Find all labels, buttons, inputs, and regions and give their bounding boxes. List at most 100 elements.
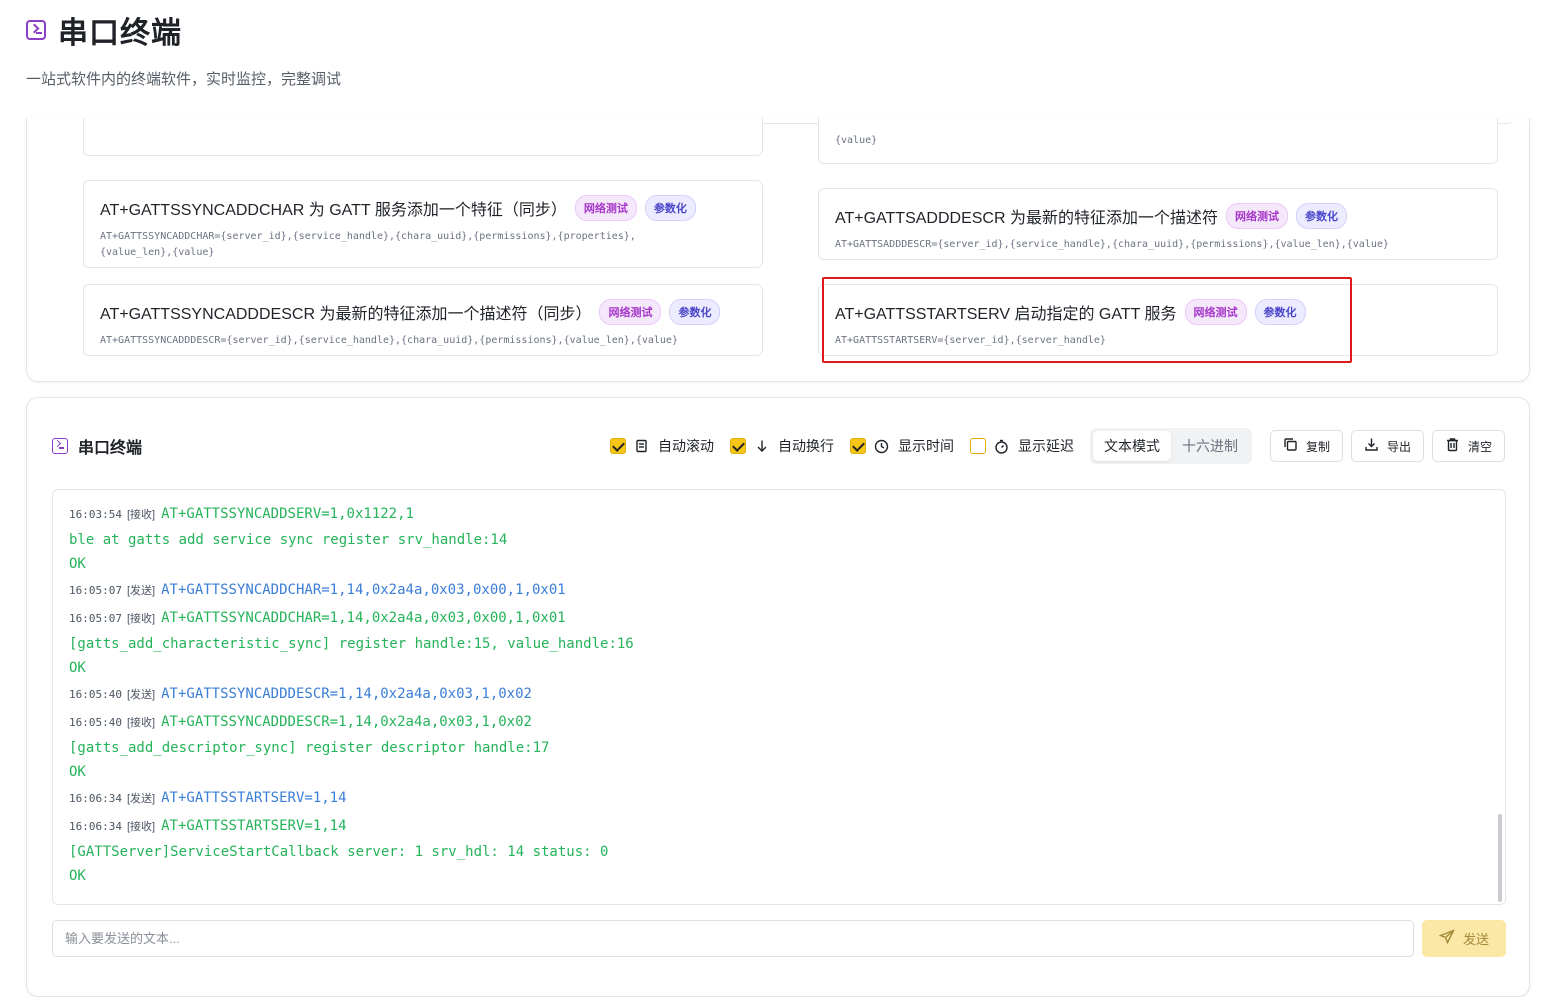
title-row: 串口终端 — [26, 8, 182, 52]
highlight-annotation-box — [822, 277, 1352, 363]
trash-icon — [1445, 437, 1460, 455]
tag-network-test: 网络测试 — [599, 299, 662, 325]
show-time-checkbox[interactable] — [849, 438, 866, 454]
log-line: OK — [69, 760, 1489, 784]
log-direction: [接收] — [126, 717, 156, 729]
terminal-title: 串口终端 — [78, 440, 143, 457]
log-timestamp: 16:05:07 — [69, 611, 122, 625]
log-direction: [接收] — [126, 821, 156, 833]
log-line: [GATTServer]ServiceStartCallback server:… — [69, 840, 1489, 864]
log-timestamp: 16:05:07 — [69, 583, 122, 597]
log-message: [gatts_add_descriptor_sync] register des… — [69, 740, 550, 756]
log-message: AT+GATTSSTARTSERV=1,14 — [161, 790, 347, 806]
log-line: 16:03:54 [接收] AT+GATTSSYNCADDSERV=1,0x1122… — [69, 500, 1489, 528]
auto-wrap-checkbox[interactable] — [729, 438, 746, 454]
copy-button[interactable]: 复制 — [1269, 430, 1343, 462]
tag-network-test: 网络测试 — [574, 195, 637, 221]
auto-wrap-label: 自动换行 — [777, 438, 834, 454]
log-line: [gatts_add_characteristic_sync] register… — [69, 632, 1489, 656]
log-direction: [接收] — [126, 509, 156, 521]
log-line: OK — [69, 656, 1489, 680]
display-mode-toggle: 文本模式 十六进制 — [1089, 428, 1252, 464]
timer-icon — [994, 438, 1010, 454]
command-card-gattssyncaddchar[interactable]: AT+GATTSSYNCADDCHAR 为 GATT 服务添加一个特征（同步） … — [83, 180, 763, 268]
log-message: [gatts_add_characteristic_sync] register… — [69, 636, 634, 652]
show-delay-checkbox[interactable] — [969, 438, 986, 454]
send-button[interactable]: 发送 — [1422, 920, 1506, 957]
command-card-gattsadddescr[interactable]: AT+GATTSADDDESCR 为最新的特征添加一个描述符 网络测试 参数化 … — [818, 188, 1498, 260]
tag-parameterized: 参数化 — [669, 299, 721, 325]
log-message: ble at gatts add service sync register s… — [69, 532, 508, 548]
log-message: OK — [69, 556, 86, 572]
tag-parameterized: 参数化 — [644, 195, 696, 221]
scrollbar-thumb[interactable] — [1498, 814, 1502, 902]
log-line: OK — [69, 552, 1489, 576]
scroll-text-icon — [634, 438, 650, 454]
clear-button[interactable]: 清空 — [1431, 430, 1505, 462]
terminal-header: 串口终端 — [52, 434, 142, 458]
terminal-panel: 串口终端 自动滚动 自动换行 显示时间 显示延迟 文本模式 十六进制 复制 导出… — [26, 397, 1530, 997]
log-message: AT+GATTSSYNCADDCHAR=1,14,0x2a4a,0x03,0x0… — [161, 610, 566, 626]
copy-icon — [1283, 437, 1298, 455]
log-timestamp: 16:03:54 — [69, 507, 122, 521]
log-message: OK — [69, 764, 86, 780]
text-mode-button[interactable]: 文本模式 — [1092, 431, 1171, 461]
show-time-option[interactable]: 显示时间 — [849, 436, 954, 456]
log-timestamp: 16:05:40 — [69, 715, 122, 729]
log-timestamp: 16:06:34 — [69, 819, 122, 833]
auto-wrap-option[interactable]: 自动换行 — [729, 436, 834, 456]
export-button[interactable]: 导出 — [1350, 430, 1424, 462]
log-direction: [发送] — [126, 793, 156, 805]
log-direction: [接收] — [126, 613, 156, 625]
terminal-icon — [52, 438, 68, 454]
log-direction: [发送] — [126, 689, 156, 701]
command-card-gattssyncadddescr[interactable]: AT+GATTSSYNCADDDESCR 为最新的特征添加一个描述符（同步） 网… — [83, 284, 763, 356]
download-icon — [1364, 437, 1379, 455]
tag-network-test: 网络测试 — [1226, 203, 1288, 229]
command-title: AT+GATTSSYNCADDCHAR 为 GATT 服务添加一个特征（同步） — [100, 202, 567, 219]
page-subtitle: 一站式软件内的终端软件，实时监控，完整调试 — [26, 71, 342, 88]
log-direction: [发送] — [126, 585, 156, 597]
auto-scroll-option[interactable]: 自动滚动 — [609, 436, 714, 456]
show-delay-option[interactable]: 显示延迟 — [969, 436, 1074, 456]
show-time-label: 显示时间 — [897, 438, 954, 454]
command-syntax: AT+GATTSSYNCADDDESCR={server_id},{servic… — [100, 335, 678, 346]
command-syntax: {value} — [835, 135, 878, 146]
log-message: AT+GATTSSYNCADDDESCR=1,14,0x2a4a,0x03,1,… — [161, 686, 532, 702]
log-message: AT+GATTSSYNCADDSERV=1,0x1122,1 — [161, 506, 414, 522]
copy-label: 复制 — [1305, 439, 1330, 454]
export-label: 导出 — [1386, 439, 1411, 454]
hex-mode-button[interactable]: 十六进制 — [1171, 431, 1249, 461]
log-line: 16:05:40 [发送] AT+GATTSSYNCADDDESCR=1,14,0x… — [69, 680, 1489, 708]
send-text-input[interactable] — [52, 920, 1414, 957]
command-title: AT+GATTSADDDESCR 为最新的特征添加一个描述符 — [835, 210, 1218, 227]
command-list-panel[interactable]: {value} AT+GATTSSYNCADDCHAR 为 GATT 服务添加一… — [26, 118, 1530, 382]
log-message: AT+GATTSSYNCADDCHAR=1,14,0x2a4a,0x03,0x0… — [161, 582, 566, 598]
command-title: AT+GATTSSYNCADDDESCR 为最新的特征添加一个描述符（同步） — [100, 306, 592, 323]
send-label: 发送 — [1462, 932, 1489, 947]
log-line: [gatts_add_descriptor_sync] register des… — [69, 736, 1489, 760]
log-line: 16:05:07 [接收] AT+GATTSSYNCADDCHAR=1,14,0x2… — [69, 604, 1489, 632]
page-title: 串口终端 — [58, 17, 182, 50]
log-message: AT+GATTSSYNCADDDESCR=1,14,0x2a4a,0x03,1,… — [161, 714, 532, 730]
clock-icon — [874, 438, 890, 454]
log-line: 16:05:07 [发送] AT+GATTSSYNCADDCHAR=1,14,0x2… — [69, 576, 1489, 604]
terminal-icon — [26, 20, 46, 40]
log-timestamp: 16:05:40 — [69, 687, 122, 701]
command-card-partial-left[interactable] — [83, 118, 763, 156]
log-message: OK — [69, 868, 86, 884]
log-line: OK — [69, 864, 1489, 888]
terminal-toolbar: 自动滚动 自动换行 显示时间 显示延迟 文本模式 十六进制 复制 导出 清空 — [609, 428, 1505, 464]
clear-label: 清空 — [1467, 439, 1492, 454]
log-line: ble at gatts add service sync register s… — [69, 528, 1489, 552]
send-icon — [1438, 929, 1455, 948]
log-message: AT+GATTSSTARTSERV=1,14 — [161, 818, 347, 834]
show-delay-label: 显示延迟 — [1017, 438, 1074, 454]
auto-scroll-label: 自动滚动 — [657, 438, 714, 454]
terminal-output[interactable]: 16:03:54 [接收] AT+GATTSSYNCADDSERV=1,0x1122… — [52, 489, 1506, 905]
send-row: 发送 — [52, 920, 1506, 957]
command-card-partial-right[interactable]: {value} — [818, 118, 1498, 164]
log-line: 16:05:40 [接收] AT+GATTSSYNCADDDESCR=1,14,0x… — [69, 708, 1489, 736]
auto-scroll-checkbox[interactable] — [609, 438, 626, 454]
command-syntax: AT+GATTSSYNCADDCHAR={server_id},{service… — [100, 231, 636, 258]
